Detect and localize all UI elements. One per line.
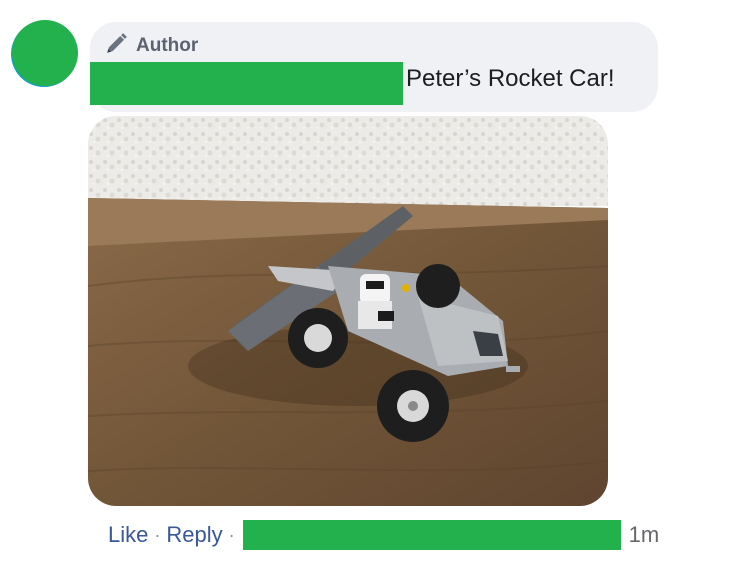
author-badge: Author bbox=[104, 30, 198, 62]
comment-actions: Like · Reply · 1m bbox=[108, 520, 659, 550]
redacted-commenter-name bbox=[90, 62, 403, 105]
redacted-meta bbox=[242, 520, 621, 550]
like-link[interactable]: Like bbox=[108, 522, 148, 548]
comment-photo[interactable] bbox=[88, 116, 608, 506]
author-badge-label: Author bbox=[136, 35, 199, 56]
separator: · bbox=[228, 524, 235, 545]
separator: · bbox=[154, 524, 161, 545]
avatar[interactable] bbox=[12, 20, 78, 86]
comment-bubble: Author Peter’s Rocket Car! bbox=[90, 22, 658, 112]
reply-link[interactable]: Reply bbox=[166, 522, 222, 548]
pen-icon bbox=[104, 30, 130, 62]
timestamp[interactable]: 1m bbox=[629, 522, 660, 548]
rocket-car-photo bbox=[88, 116, 608, 506]
comment-text: Peter’s Rocket Car! bbox=[406, 65, 615, 92]
